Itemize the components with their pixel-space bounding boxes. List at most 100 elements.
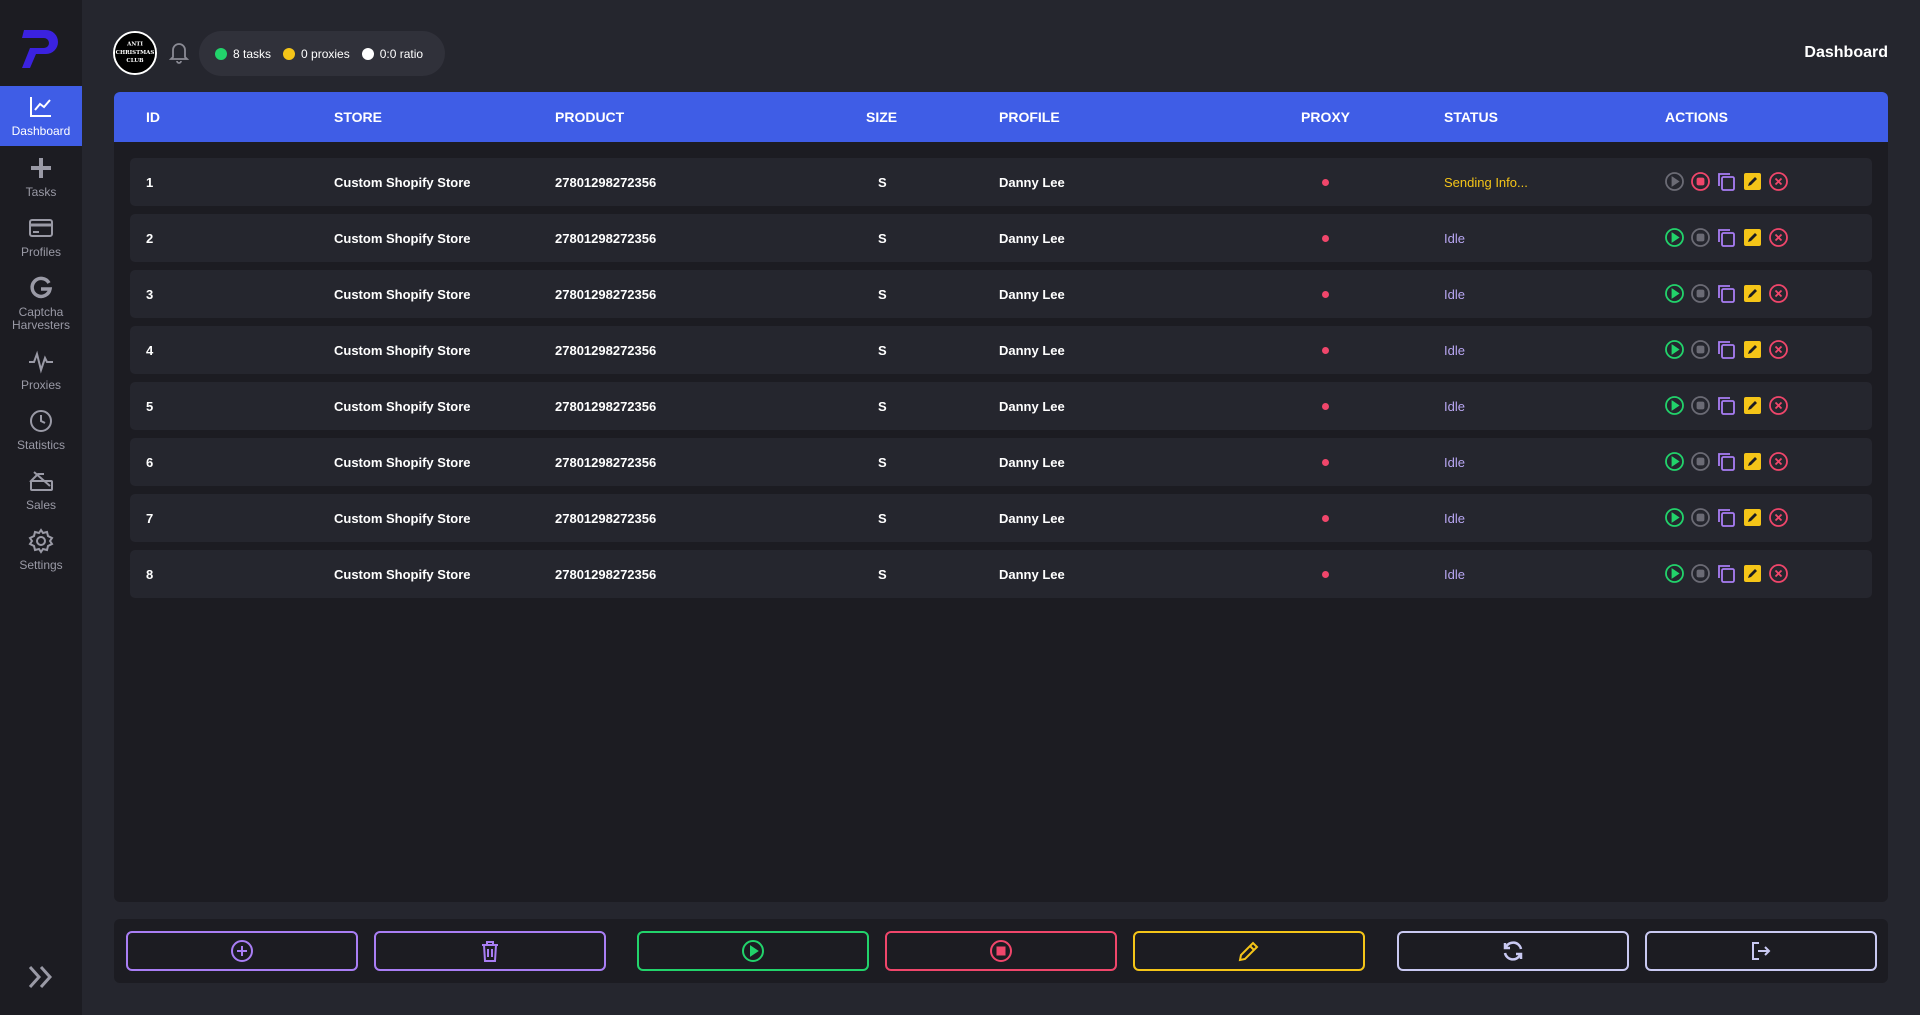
task-profile: Danny Lee — [999, 287, 1065, 302]
task-status: Idle — [1444, 399, 1465, 414]
edit-task-icon[interactable] — [1742, 395, 1763, 416]
row-actions — [1664, 339, 1789, 360]
stop-task-icon[interactable] — [1690, 507, 1711, 528]
start-task-icon[interactable] — [1664, 563, 1685, 584]
copy-task-icon[interactable] — [1716, 171, 1737, 192]
stop-task-icon[interactable] — [1690, 451, 1711, 472]
task-id: 6 — [146, 455, 154, 470]
sidebar-item-proxies[interactable]: Proxies — [0, 340, 82, 400]
edit-task-icon[interactable] — [1742, 507, 1763, 528]
google-g-icon — [30, 276, 53, 299]
copy-task-icon[interactable] — [1716, 507, 1737, 528]
task-id: 4 — [146, 343, 154, 358]
edit-task-icon[interactable] — [1742, 563, 1763, 584]
sidebar-item-settings[interactable]: Settings — [0, 520, 82, 580]
sidebar-item-label: Sales — [25, 498, 57, 512]
copy-task-icon[interactable] — [1716, 339, 1737, 360]
table-header: ID STORE PRODUCT SIZE PROFILE PROXY STAT… — [114, 92, 1888, 142]
sidebar-item-label: Captcha Harvesters — [11, 305, 70, 332]
task-size: S — [878, 287, 887, 302]
table-row[interactable]: 3 Custom Shopify Store 27801298272356 S … — [130, 270, 1872, 318]
task-size: S — [878, 455, 887, 470]
svg-text:CHRISTMAS: CHRISTMAS — [116, 50, 155, 56]
delete-task-icon[interactable] — [1768, 171, 1789, 192]
edit-task-icon[interactable] — [1742, 451, 1763, 472]
edit-task-icon[interactable] — [1742, 283, 1763, 304]
delete-task-icon[interactable] — [1768, 339, 1789, 360]
start-task-icon[interactable] — [1664, 339, 1685, 360]
sidebar-item-statistics[interactable]: Statistics — [0, 400, 82, 460]
start-task-icon[interactable] — [1664, 171, 1685, 192]
delete-task-icon[interactable] — [1768, 395, 1789, 416]
chevron-double-right-icon[interactable] — [26, 962, 56, 992]
refresh-icon — [1503, 941, 1523, 961]
delete-task-icon[interactable] — [1768, 451, 1789, 472]
start-task-icon[interactable] — [1664, 395, 1685, 416]
task-id: 3 — [146, 287, 154, 302]
avatar[interactable]: ANTI CHRISTMAS CLUB — [113, 31, 157, 75]
start-task-icon[interactable] — [1664, 507, 1685, 528]
table-row[interactable]: 2 Custom Shopify Store 27801298272356 S … — [130, 214, 1872, 262]
table-row[interactable]: 8 Custom Shopify Store 27801298272356 S … — [130, 550, 1872, 598]
edit-all-button[interactable] — [1133, 931, 1365, 971]
copy-task-icon[interactable] — [1716, 563, 1737, 584]
task-size: S — [878, 567, 887, 582]
start-task-icon[interactable] — [1664, 451, 1685, 472]
table-row[interactable]: 1 Custom Shopify Store 27801298272356 S … — [130, 158, 1872, 206]
task-profile: Danny Lee — [999, 567, 1065, 582]
stop-task-icon[interactable] — [1690, 339, 1711, 360]
sidebar-item-profiles[interactable]: Profiles — [0, 207, 82, 267]
copy-task-icon[interactable] — [1716, 451, 1737, 472]
delete-task-icon[interactable] — [1768, 227, 1789, 248]
stats-pill: 8 tasks 0 proxies 0:0 ratio — [199, 31, 445, 76]
start-task-icon[interactable] — [1664, 227, 1685, 248]
proxy-status-dot-icon — [1322, 515, 1329, 522]
sidebar-item-dashboard[interactable]: Dashboard — [0, 86, 82, 146]
edit-task-icon[interactable] — [1742, 227, 1763, 248]
sign-out-icon — [1752, 942, 1771, 960]
proxy-count-label: 0 proxies — [301, 46, 350, 61]
copy-task-icon[interactable] — [1716, 283, 1737, 304]
task-count-label: 8 tasks — [233, 46, 272, 61]
task-status: Idle — [1444, 455, 1465, 470]
stop-all-button[interactable] — [885, 931, 1117, 971]
row-actions — [1664, 507, 1789, 528]
sidebar-item-sales[interactable]: Sales — [0, 460, 82, 520]
stop-task-icon[interactable] — [1690, 283, 1711, 304]
delete-all-button[interactable] — [374, 931, 606, 971]
sidebar-item-tasks[interactable]: Tasks — [0, 147, 82, 207]
refresh-button[interactable] — [1397, 931, 1629, 971]
delete-task-icon[interactable] — [1768, 507, 1789, 528]
logout-button[interactable] — [1645, 931, 1877, 971]
table-row[interactable]: 6 Custom Shopify Store 27801298272356 S … — [130, 438, 1872, 486]
stop-task-icon[interactable] — [1690, 563, 1711, 584]
bell-icon[interactable] — [168, 40, 190, 64]
column-header-profile: PROFILE — [999, 109, 1060, 125]
edit-task-icon[interactable] — [1742, 171, 1763, 192]
task-status: Idle — [1444, 511, 1465, 526]
sidebar-item-label: Tasks — [25, 185, 57, 199]
start-task-icon[interactable] — [1664, 283, 1685, 304]
table-row[interactable]: 4 Custom Shopify Store 27801298272356 S … — [130, 326, 1872, 374]
stop-task-icon[interactable] — [1690, 171, 1711, 192]
add-task-button[interactable] — [126, 931, 358, 971]
copy-task-icon[interactable] — [1716, 227, 1737, 248]
row-actions — [1664, 227, 1789, 248]
task-store: Custom Shopify Store — [334, 399, 471, 414]
table-row[interactable]: 5 Custom Shopify Store 27801298272356 S … — [130, 382, 1872, 430]
start-all-button[interactable] — [637, 931, 869, 971]
sidebar-item-captcha-harvesters[interactable]: Captcha Harvesters — [0, 267, 82, 333]
stop-task-icon[interactable] — [1690, 395, 1711, 416]
column-header-id: ID — [146, 109, 160, 125]
copy-task-icon[interactable] — [1716, 395, 1737, 416]
proxy-status-dot-icon — [1322, 235, 1329, 242]
task-product: 27801298272356 — [555, 567, 657, 582]
plus-icon — [31, 158, 51, 178]
task-status: Idle — [1444, 343, 1465, 358]
edit-task-icon[interactable] — [1742, 339, 1763, 360]
table-row[interactable]: 7 Custom Shopify Store 27801298272356 S … — [130, 494, 1872, 542]
delete-task-icon[interactable] — [1768, 283, 1789, 304]
delete-task-icon[interactable] — [1768, 563, 1789, 584]
task-product: 27801298272356 — [555, 175, 657, 190]
stop-task-icon[interactable] — [1690, 227, 1711, 248]
